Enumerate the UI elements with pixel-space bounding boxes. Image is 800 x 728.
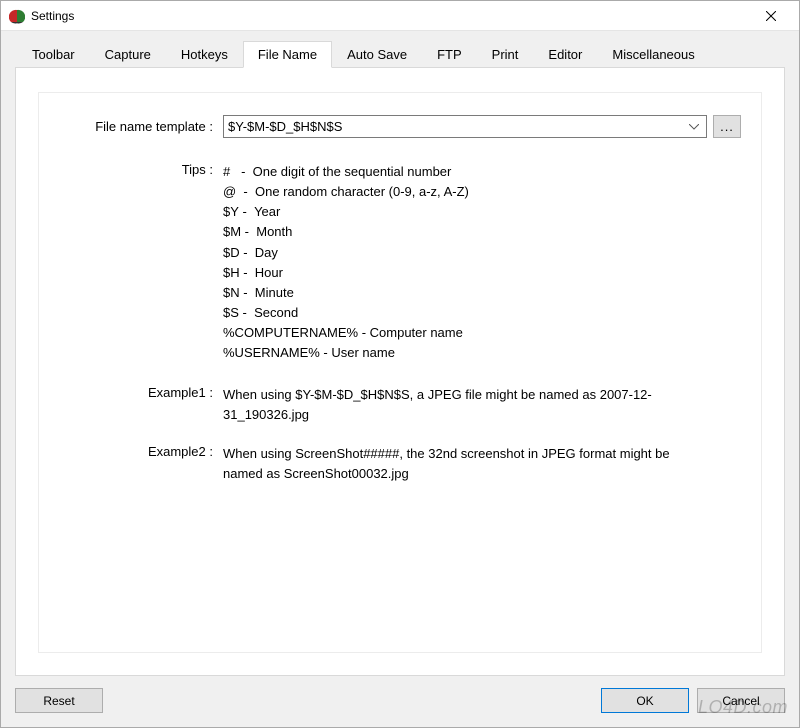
close-icon bbox=[766, 11, 776, 21]
settings-window: Settings Toolbar Capture Hotkeys File Na… bbox=[0, 0, 800, 728]
tab-editor[interactable]: Editor bbox=[533, 41, 597, 67]
tab-ftp[interactable]: FTP bbox=[422, 41, 477, 67]
example1-block: Example1 : When using $Y-$M-$D_$H$N$S, a… bbox=[59, 385, 741, 424]
client-area: Toolbar Capture Hotkeys File Name Auto S… bbox=[1, 31, 799, 727]
template-input[interactable] bbox=[228, 119, 686, 134]
tab-hotkeys[interactable]: Hotkeys bbox=[166, 41, 243, 67]
tip-line: $Y - Year bbox=[223, 202, 741, 222]
tab-auto-save[interactable]: Auto Save bbox=[332, 41, 422, 67]
tip-line: @ - One random character (0-9, a-z, A-Z) bbox=[223, 182, 741, 202]
example2-label: Example2 : bbox=[59, 444, 223, 483]
template-label: File name template : bbox=[59, 119, 223, 134]
tabs: Toolbar Capture Hotkeys File Name Auto S… bbox=[17, 41, 785, 67]
tip-line: $S - Second bbox=[223, 303, 741, 323]
buttons-row: Reset OK Cancel bbox=[15, 688, 785, 713]
tips-block: Tips : # - One digit of the sequential n… bbox=[59, 162, 741, 363]
example2-text: When using ScreenShot#####, the 32nd scr… bbox=[223, 444, 683, 483]
window-title: Settings bbox=[31, 9, 751, 23]
example1-text: When using $Y-$M-$D_$H$N$S, a JPEG file … bbox=[223, 385, 683, 424]
browse-button[interactable]: ... bbox=[713, 115, 741, 138]
tab-toolbar[interactable]: Toolbar bbox=[17, 41, 90, 67]
tips-list: # - One digit of the sequential number @… bbox=[223, 162, 741, 363]
tab-file-name[interactable]: File Name bbox=[243, 41, 332, 68]
tip-line: $D - Day bbox=[223, 243, 741, 263]
chevron-down-icon[interactable] bbox=[686, 124, 702, 130]
tip-line: # - One digit of the sequential number bbox=[223, 162, 741, 182]
file-name-panel: File name template : ... Tips : # - One … bbox=[38, 92, 762, 653]
tip-line: %COMPUTERNAME% - Computer name bbox=[223, 323, 741, 343]
ok-button[interactable]: OK bbox=[601, 688, 689, 713]
close-button[interactable] bbox=[751, 2, 791, 30]
titlebar: Settings bbox=[1, 1, 799, 31]
tab-capture[interactable]: Capture bbox=[90, 41, 166, 67]
example2-block: Example2 : When using ScreenShot#####, t… bbox=[59, 444, 741, 483]
tip-line: $H - Hour bbox=[223, 263, 741, 283]
template-row: File name template : ... bbox=[59, 115, 741, 138]
tip-line: %USERNAME% - User name bbox=[223, 343, 741, 363]
tip-line: $M - Month bbox=[223, 222, 741, 242]
example1-label: Example1 : bbox=[59, 385, 223, 424]
tip-line: $N - Minute bbox=[223, 283, 741, 303]
tips-label: Tips : bbox=[59, 162, 223, 363]
template-combo[interactable] bbox=[223, 115, 707, 138]
cancel-button[interactable]: Cancel bbox=[697, 688, 785, 713]
tab-miscellaneous[interactable]: Miscellaneous bbox=[597, 41, 709, 67]
tab-panel: File name template : ... Tips : # - One … bbox=[15, 67, 785, 676]
app-icon bbox=[9, 8, 25, 24]
tab-print[interactable]: Print bbox=[477, 41, 534, 67]
reset-button[interactable]: Reset bbox=[15, 688, 103, 713]
